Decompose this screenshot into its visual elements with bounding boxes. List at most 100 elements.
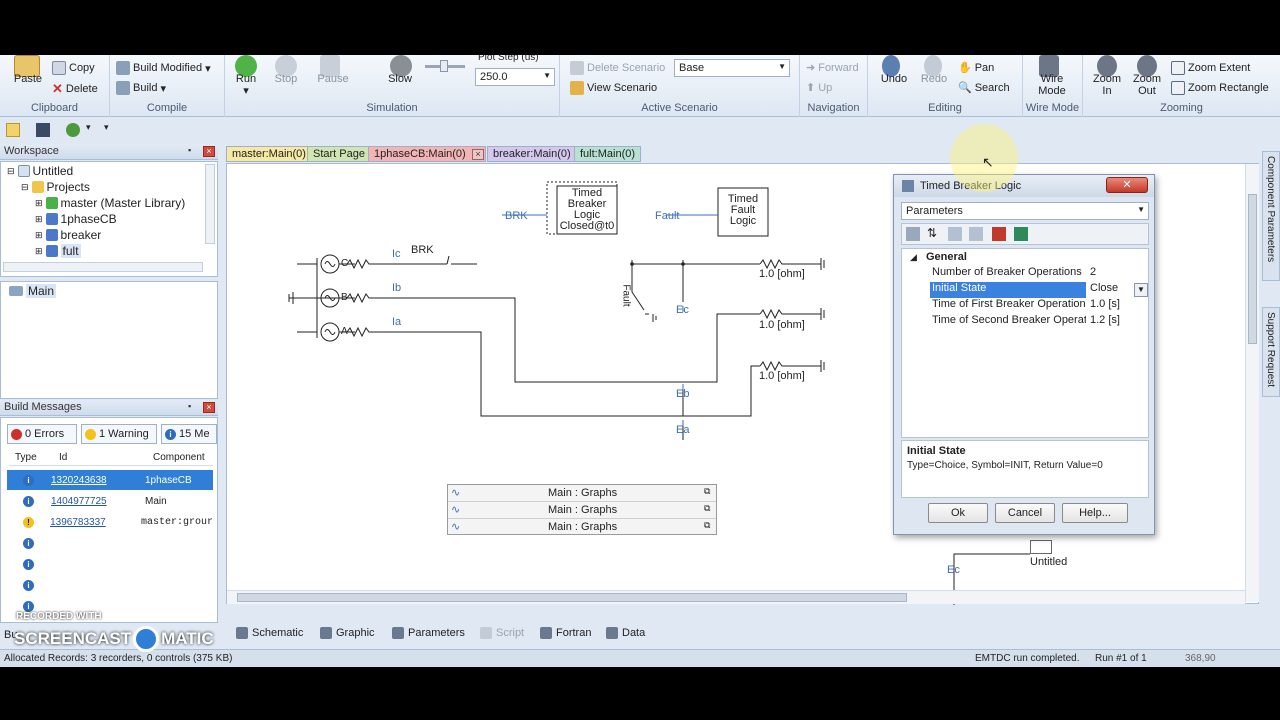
refresh-icon[interactable] (66, 123, 80, 137)
component-parameters-sidetab[interactable]: Component Parameters (1262, 151, 1280, 281)
property-row[interactable]: Time of Second Breaker Operatic 1.2 [s] (930, 314, 1148, 330)
tab-breaker-main[interactable]: breaker:Main(0) (487, 146, 577, 162)
message-row[interactable]: i (7, 533, 213, 553)
canvas-vscrollbar[interactable] (1245, 164, 1259, 602)
column-type[interactable]: Type (15, 452, 37, 463)
view-scenario-button[interactable]: View Scenario (570, 81, 657, 95)
graph-row[interactable]: ∿ Main : Graphs ⧉ (448, 485, 716, 502)
column-component[interactable]: Component (153, 452, 205, 463)
tab-graphic[interactable]: Graphic (320, 624, 375, 642)
warnings-filter[interactable]: 1 Warning (81, 424, 157, 444)
zoom-out-button[interactable]: Zoom Out (1129, 73, 1165, 97)
graph-row[interactable]: ∿ Main : Graphs ⧉ (448, 519, 716, 536)
forward-button[interactable]: ➜ Forward (806, 61, 859, 75)
tab-master-main[interactable]: master:Main(0) (226, 146, 312, 162)
voltage-meter-label[interactable]: Ec (947, 564, 960, 576)
messages-filter[interactable]: i 15 Me (161, 424, 217, 444)
search-button[interactable]: 🔍 Search (958, 81, 1010, 95)
message-row[interactable]: i 1404977725 Main (7, 491, 213, 511)
message-row[interactable]: i 1320243638 1phaseCB (7, 470, 213, 490)
export-icon[interactable] (992, 227, 1006, 241)
undo-button[interactable]: Undo (876, 73, 912, 85)
zoom-rectangle-button[interactable]: Zoom Rectangle (1171, 81, 1269, 95)
property-value[interactable]: Close (1086, 282, 1118, 298)
tree-hscrollbar[interactable] (3, 262, 203, 272)
property-value[interactable]: 2 (1086, 266, 1096, 282)
definition-item-main[interactable]: Main (9, 284, 57, 298)
wire-mode-button[interactable]: Wire Mode (1031, 73, 1073, 97)
ok-button[interactable]: Ok (928, 503, 988, 523)
close-icon[interactable]: × (472, 149, 484, 160)
breaker-label[interactable]: BRK (411, 244, 434, 256)
property-value[interactable]: 1.2 [s] (1086, 314, 1120, 330)
speed-slider-thumb[interactable] (440, 60, 448, 72)
tab-parameters[interactable]: Parameters (392, 624, 465, 642)
chevron-down-icon[interactable]: ▼ (1134, 283, 1148, 297)
popout-icon[interactable]: ⧉ (704, 520, 710, 531)
untitled-component-label[interactable]: Untitled (1030, 556, 1067, 568)
graph-row[interactable]: ∿ Main : Graphs ⧉ (448, 502, 716, 519)
help-button[interactable]: Help... (1062, 503, 1128, 523)
tree-scrollbar[interactable] (205, 164, 215, 244)
redo-button[interactable]: Redo (918, 73, 950, 85)
current-meter-label[interactable]: Ib (392, 282, 401, 294)
close-icon[interactable]: ✕ (1106, 177, 1148, 193)
copy-button[interactable]: Copy (52, 61, 95, 75)
resistor-label[interactable]: 1.0 [ohm] (759, 268, 805, 280)
message-id[interactable]: 1320243638 (51, 475, 145, 486)
build-modified-button[interactable]: Build Modified ▾ (116, 61, 211, 75)
pause-button[interactable]: Pause (317, 73, 349, 85)
close-icon[interactable]: × (203, 402, 215, 413)
sort-icon[interactable]: ⇅ (927, 226, 937, 240)
property-row[interactable]: Initial State Close ▼ (930, 282, 1148, 298)
current-meter-label[interactable]: Ic (392, 248, 401, 260)
property-value[interactable]: 1.0 [s] (1086, 298, 1120, 314)
paste-button[interactable]: Paste (8, 73, 48, 85)
pin-icon[interactable]: ▪ (188, 401, 191, 411)
timed-fault-block[interactable]: Timed Fault Logic (719, 194, 767, 227)
message-id[interactable]: 1396783337 (50, 517, 141, 528)
resistor-label[interactable]: 1.0 [ohm] (759, 370, 805, 382)
close-icon[interactable]: × (203, 146, 215, 157)
scenario-select[interactable]: Base ▼ (674, 59, 790, 77)
column-id[interactable]: Id (59, 452, 67, 463)
voltage-meter-label[interactable]: Ea (676, 424, 689, 436)
property-row[interactable]: Time of First Breaker Operation 1.0 [s] (930, 298, 1148, 314)
support-request-sidetab[interactable]: Support Request (1262, 307, 1280, 397)
resistor-label[interactable]: 1.0 [ohm] (759, 319, 805, 331)
category-select[interactable]: Parameters ▼ (901, 202, 1149, 220)
timed-breaker-block[interactable]: Timed Breaker Logic Closed@t0 (558, 188, 616, 232)
expand-all-icon[interactable] (948, 227, 962, 241)
brk-signal-label[interactable]: BRK (505, 210, 528, 222)
voltage-meter-label[interactable]: Eb (676, 388, 689, 400)
fault-component-label[interactable]: Fault (621, 284, 632, 306)
stop-button[interactable]: Stop (271, 73, 301, 85)
current-meter-label[interactable]: Ia (392, 316, 401, 328)
tree-item-untitled[interactable]: ⊟ Untitled (7, 164, 73, 178)
tab-1phasecb-main[interactable]: 1phaseCB:Main(0) × (368, 146, 486, 162)
pin-icon[interactable]: ▪ (188, 145, 191, 155)
categorized-icon[interactable] (906, 227, 920, 241)
tab-schematic[interactable]: Schematic (236, 624, 303, 642)
dialog-titlebar[interactable]: Timed Breaker Logic ✕ (894, 175, 1154, 197)
new-icon[interactable] (6, 123, 20, 137)
tree-item-breaker[interactable]: ⊞ breaker (35, 228, 101, 242)
popout-icon[interactable]: ⧉ (704, 503, 710, 514)
tab-data[interactable]: Data (606, 624, 645, 642)
property-row[interactable]: Number of Breaker Operations 2 (930, 266, 1148, 282)
graph-frame[interactable]: ∿ Main : Graphs ⧉ ∿ Main : Graphs ⧉ ∿ Main : … (447, 484, 717, 535)
message-row[interactable]: i (7, 554, 213, 574)
message-row[interactable]: i (7, 575, 213, 595)
message-row[interactable]: ! 1396783337 master:grour (7, 512, 213, 532)
collapse-icon[interactable]: ◢ (910, 252, 917, 263)
tab-fult-main[interactable]: fult:Main(0) (574, 146, 642, 162)
message-id[interactable]: 1404977725 (51, 496, 145, 507)
pan-button[interactable]: ✋ Pan (958, 61, 994, 75)
tab-script[interactable]: Script (480, 624, 524, 642)
tree-item-1phasecb[interactable]: ⊞ 1phaseCB (35, 212, 117, 226)
zoom-extent-button[interactable]: Zoom Extent (1171, 61, 1250, 75)
delete-scenario-button[interactable]: Delete Scenario (570, 61, 665, 75)
slow-button[interactable]: Slow (385, 73, 415, 85)
popout-icon[interactable]: ⧉ (704, 486, 710, 497)
meter-icon[interactable] (1030, 540, 1052, 554)
